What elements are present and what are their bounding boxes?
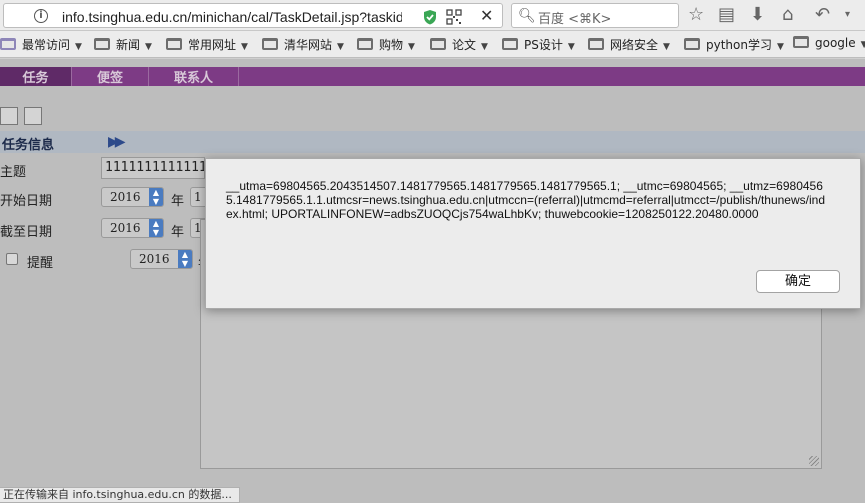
remind-checkbox[interactable] [6, 253, 18, 265]
end-year-value: 2016 [110, 221, 141, 235]
tab-notes[interactable]: 便签 [72, 67, 149, 86]
chevron-down-icon: ▼ [481, 42, 488, 52]
site-info-icon[interactable]: i [34, 9, 48, 23]
remind-year-value: 2016 [139, 252, 170, 266]
chevron-down-icon: ▼ [145, 42, 152, 52]
start-year-select[interactable]: 2016 ▲ ▼ [101, 187, 164, 207]
bookmark-google[interactable]: google ▼ [793, 36, 865, 54]
stepper-icon: ▲ ▼ [149, 188, 163, 206]
search-box[interactable]: 🔍︎ 百度 <⌘K> [511, 3, 679, 28]
chevron-down-icon: ▼ [75, 42, 82, 52]
stop-loading-icon[interactable]: ✕ [480, 6, 493, 25]
folder-icon [94, 38, 110, 50]
search-icon: 🔍︎ [518, 7, 536, 23]
chevron-down-icon: ▼ [337, 42, 344, 52]
bookmark-label: 最常访问 [22, 38, 71, 52]
year-unit-label: 年 [171, 194, 185, 209]
bookmarks-bar: 最常访问 ▼ 新闻 ▼ 常用网址 ▼ 清华网站 ▼ 购物 ▼ 论文 ▼ PS设计 ▼ 网络安全… [0, 31, 865, 58]
bookmark-label: google [815, 36, 856, 50]
back-icon[interactable]: ↶ [815, 4, 830, 25]
end-date-label: 截至日期 [0, 225, 53, 240]
chevron-down-icon: ▼ [776, 42, 784, 52]
subject-label: 主题 [0, 165, 27, 180]
year-unit-label: 年 [171, 225, 185, 240]
address-bar[interactable]: i info.tsinghua.edu.cn/minichan/cal/Task… [3, 3, 503, 28]
bookmark-label: python学习 [706, 38, 772, 52]
bookmark-news[interactable]: 新闻 ▼ [94, 36, 152, 54]
folder-icon [684, 38, 700, 50]
folder-icon [502, 38, 518, 50]
bookmark-network-security[interactable]: 网络安全 ▼ [588, 36, 670, 54]
chevron-down-icon: ▼ [567, 42, 575, 52]
shield-icon[interactable] [422, 9, 438, 25]
qr-code-icon[interactable] [446, 9, 462, 25]
save-icon[interactable] [0, 107, 18, 125]
reading-list-icon[interactable]: ▤ [718, 4, 735, 25]
bookmark-label: 新闻 [116, 38, 141, 52]
download-icon[interactable]: ⬇ [750, 4, 765, 25]
folder-icon [588, 38, 604, 50]
tab-contacts[interactable]: 联系人 [149, 67, 239, 86]
module-tab-bar: 任务 便签 联系人 [0, 67, 865, 86]
bookmark-shopping[interactable]: 购物 ▼ [357, 36, 415, 54]
chevron-down-icon: ▼ [860, 40, 865, 50]
task-toolbar [0, 107, 50, 127]
bookmark-label: 网络安全 [610, 38, 659, 52]
browser-toolbar: i info.tsinghua.edu.cn/minichan/cal/Task… [0, 0, 865, 31]
bookmark-python[interactable]: python学习 ▼ [684, 36, 784, 54]
bookmark-ps-design[interactable]: PS设计 ▼ [502, 36, 575, 54]
stepper-icon: ▲ ▼ [178, 250, 192, 268]
chevron-down-icon: ▼ [663, 42, 670, 52]
tab-tasks[interactable]: 任务 [0, 67, 72, 86]
bookmark-label: 论文 [452, 38, 477, 52]
remind-year-select[interactable]: 2016 ▲ ▼ [130, 249, 193, 269]
folder-icon [166, 38, 182, 50]
url-text[interactable]: info.tsinghua.edu.cn/minichan/cal/TaskDe… [62, 9, 402, 25]
bookmark-label: 清华网站 [284, 38, 333, 52]
start-date-label: 开始日期 [0, 194, 53, 209]
edit-icon[interactable] [24, 107, 42, 125]
home-icon[interactable]: ⌂ [782, 4, 793, 25]
most-visited-icon [0, 38, 16, 50]
resize-handle-icon[interactable] [809, 456, 819, 466]
section-header: 任务信息 ▶▶ [0, 131, 865, 153]
chevron-down-icon: ▼ [241, 42, 248, 52]
bookmark-tsinghua-sites[interactable]: 清华网站 ▼ [262, 36, 344, 54]
bookmark-common-sites[interactable]: 常用网址 ▼ [166, 36, 248, 54]
remind-label: 提醒 [27, 256, 54, 271]
alert-dialog: __utma=69804565.2043514507.1481779565.14… [205, 158, 861, 309]
bookmark-most-visited[interactable]: 最常访问 ▼ [0, 36, 82, 54]
bookmark-star-icon[interactable]: ☆ [688, 4, 704, 25]
ok-button[interactable]: 确定 [756, 270, 840, 293]
bookmark-label: 购物 [379, 38, 404, 52]
subject-input[interactable]: 11111111111111 [101, 157, 205, 179]
expand-icon[interactable]: ▶▶ [108, 134, 125, 150]
back-dropdown-icon[interactable]: ▾ [845, 9, 850, 20]
bookmark-label: PS设计 [524, 38, 563, 52]
search-placeholder: 百度 <⌘K> [538, 12, 612, 27]
section-title: 任务信息 [2, 138, 55, 153]
folder-icon [262, 38, 278, 50]
alert-message: __utma=69804565.2043514507.1481779565.14… [226, 179, 825, 221]
stepper-icon: ▲ ▼ [149, 219, 163, 237]
start-year-value: 2016 [110, 190, 141, 204]
end-year-select[interactable]: 2016 ▲ ▼ [101, 218, 164, 238]
status-bar: 正在传输来自 info.tsinghua.edu.cn 的数据... [0, 487, 240, 503]
folder-icon [430, 38, 446, 50]
bookmark-papers[interactable]: 论文 ▼ [430, 36, 488, 54]
bookmark-label: 常用网址 [188, 38, 237, 52]
folder-icon [357, 38, 373, 50]
chevron-down-icon: ▼ [408, 42, 415, 52]
folder-icon [793, 36, 809, 48]
